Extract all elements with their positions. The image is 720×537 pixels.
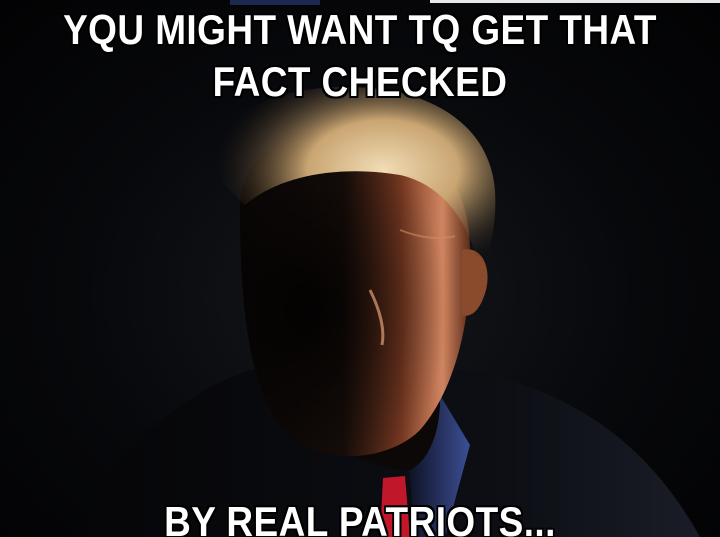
bottom-caption: BY REAL PATRIOTS...: [164, 498, 556, 537]
meme-image: YQU MIGHT WANT TQ GET THAT FACT CHECKED …: [0, 0, 720, 537]
top-caption-line-2: FACT CHECKED: [212, 58, 508, 105]
top-caption: YQU MIGHT WANT TQ GET THAT FACT CHECKED: [43, 4, 677, 108]
top-caption-line-1: YQU MIGHT WANT TQ GET THAT: [63, 6, 657, 53]
